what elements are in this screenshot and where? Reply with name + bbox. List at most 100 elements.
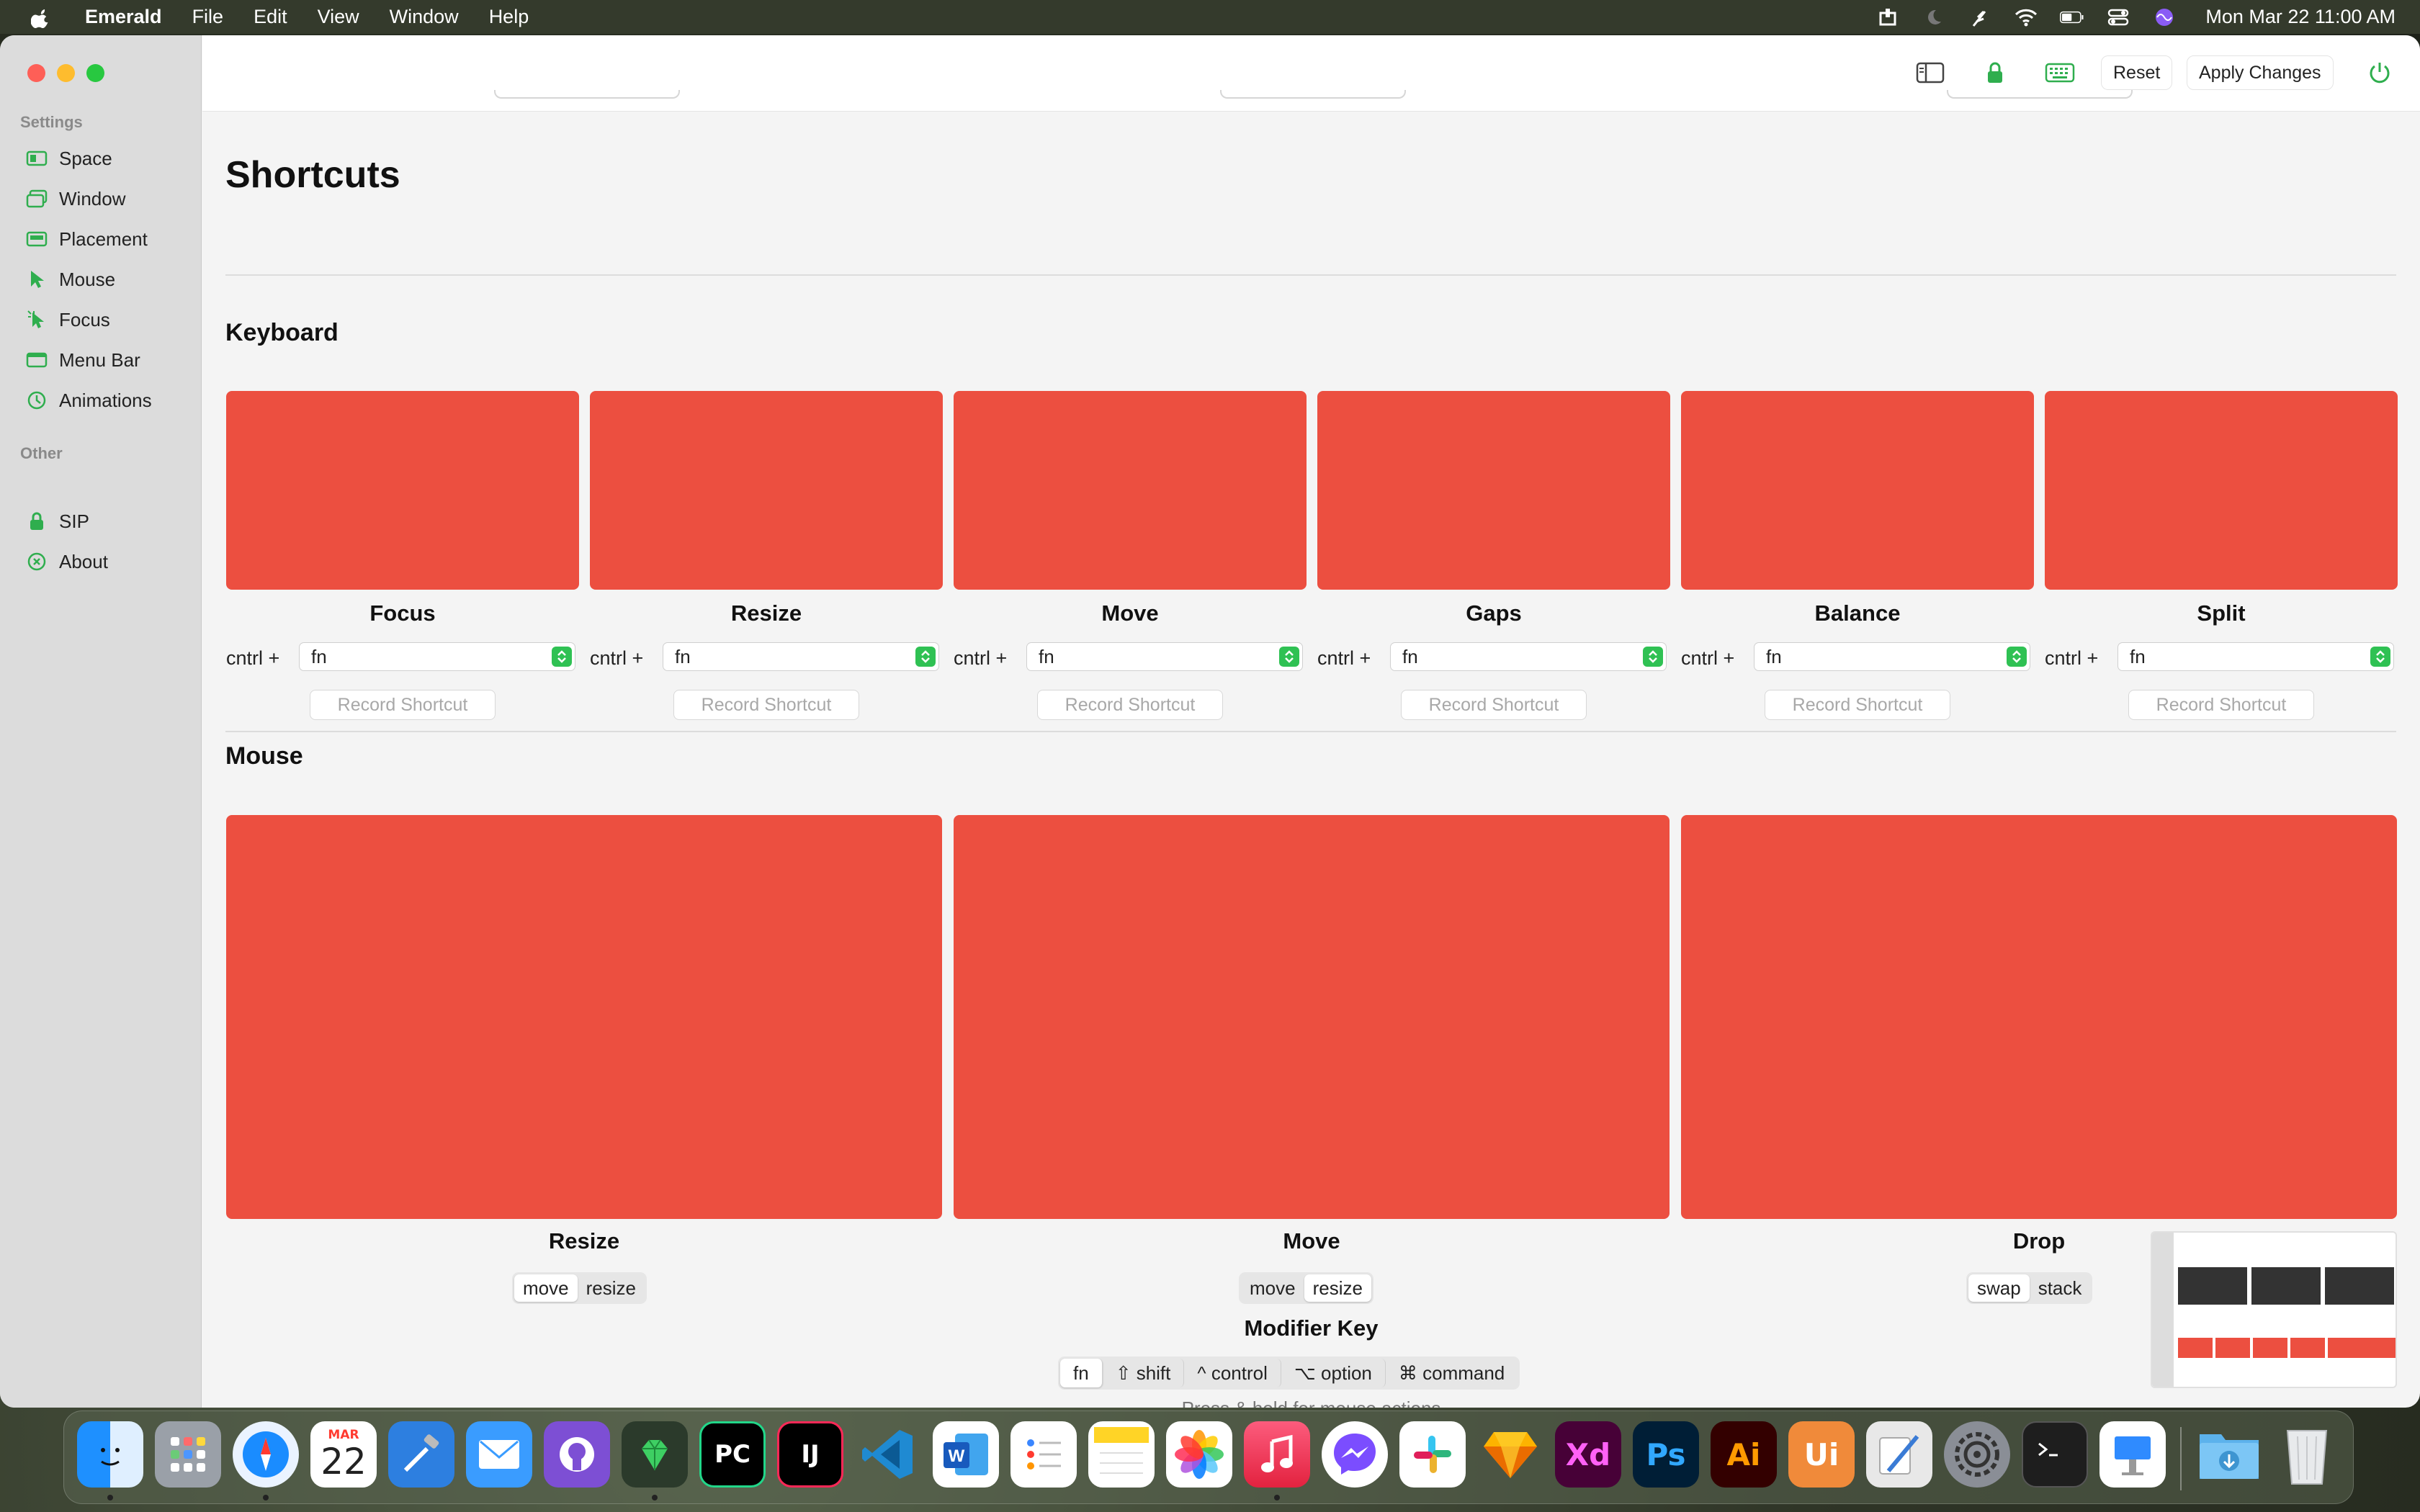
- balance-key-select[interactable]: fn: [1754, 642, 2030, 671]
- zoom-window-button[interactable]: [86, 64, 104, 82]
- battery-icon[interactable]: [2060, 6, 2084, 28]
- split-key-select[interactable]: fn: [2118, 642, 2394, 671]
- apple-icon[interactable]: [29, 5, 53, 30]
- menu-help[interactable]: Help: [489, 6, 529, 28]
- download-icon[interactable]: [1876, 6, 1900, 28]
- modifier-option[interactable]: ⌥ option: [1281, 1359, 1386, 1387]
- split-record-shortcut-button[interactable]: Record Shortcut: [2128, 690, 2314, 720]
- move-key-select[interactable]: fn: [1026, 642, 1303, 671]
- modifier-fn[interactable]: fn: [1060, 1359, 1103, 1387]
- sidebar-item-label: About: [59, 550, 108, 572]
- resize-record-shortcut-button[interactable]: Record Shortcut: [673, 690, 859, 720]
- messenger-icon[interactable]: [1322, 1421, 1388, 1488]
- segment-move[interactable]: move: [1241, 1274, 1304, 1302]
- xcode-icon[interactable]: [388, 1421, 454, 1488]
- modifier-shift[interactable]: ⇧ shift: [1103, 1359, 1185, 1387]
- github-desktop-icon[interactable]: [544, 1421, 610, 1488]
- move-record-shortcut-button[interactable]: Record Shortcut: [1037, 690, 1223, 720]
- menu-app-name[interactable]: Emerald: [85, 6, 162, 28]
- chevron-updown-icon: [2007, 647, 2027, 667]
- calendar-icon[interactable]: MAR 22: [310, 1421, 377, 1488]
- sidebar-item-menu-bar[interactable]: Menu Bar: [24, 342, 140, 378]
- segment-swap[interactable]: swap: [1968, 1274, 2030, 1302]
- close-window-button[interactable]: [27, 64, 45, 82]
- sidebar-item-label: Window: [59, 187, 126, 210]
- minimize-window-button[interactable]: [57, 64, 75, 82]
- wifi-icon[interactable]: [2014, 6, 2038, 28]
- sidebar-item-focus[interactable]: Focus: [24, 302, 110, 338]
- sketch-icon[interactable]: [1477, 1421, 1543, 1488]
- space-icon: [24, 146, 49, 171]
- script-editor-icon[interactable]: [1866, 1421, 1932, 1488]
- menu-view[interactable]: View: [318, 6, 359, 28]
- segment-stack[interactable]: stack: [2030, 1274, 2091, 1302]
- reset-button[interactable]: Reset: [2101, 55, 2173, 90]
- segment-resize[interactable]: resize: [578, 1274, 645, 1302]
- moon-icon[interactable]: [1922, 6, 1946, 28]
- siri-icon[interactable]: [2152, 6, 2177, 28]
- feather-icon[interactable]: [1968, 6, 1992, 28]
- emerald-app-icon[interactable]: [622, 1421, 688, 1488]
- mouse-section-title: Mouse: [225, 742, 303, 770]
- emerald-window: Settings Space Window Placement Mouse Fo…: [0, 35, 2420, 1408]
- status-area: Mon Mar 22 11:00 AM: [1876, 0, 2396, 34]
- vscode-icon[interactable]: [855, 1421, 921, 1488]
- system-preferences-icon[interactable]: [1944, 1421, 2010, 1488]
- resize-key-select[interactable]: fn: [663, 642, 939, 671]
- notes-icon[interactable]: [1088, 1421, 1155, 1488]
- screenshot-thumbnail[interactable]: [2151, 1231, 2397, 1388]
- running-indicator: [107, 1495, 113, 1500]
- photoshop-icon[interactable]: Ps: [1633, 1421, 1699, 1488]
- modifier-control[interactable]: ^ control: [1184, 1359, 1281, 1387]
- downloads-folder-icon[interactable]: [2196, 1421, 2262, 1488]
- mail-icon[interactable]: [466, 1421, 532, 1488]
- sidebar-item-sip[interactable]: SIP: [24, 503, 89, 539]
- sidebar-item-about[interactable]: About: [24, 544, 108, 580]
- keynote-icon[interactable]: [2099, 1421, 2166, 1488]
- sidebar-item-window[interactable]: Window: [24, 181, 125, 217]
- intellij-icon[interactable]: IJ: [777, 1421, 843, 1488]
- keyboard-icon[interactable]: [2043, 57, 2076, 89]
- finder-icon[interactable]: [77, 1421, 143, 1488]
- sidebar-item-animations[interactable]: Animations: [24, 382, 152, 418]
- modifier-command[interactable]: ⌘ command: [1386, 1359, 1518, 1387]
- gaps-key-select[interactable]: fn: [1390, 642, 1667, 671]
- sidebar-item-placement[interactable]: Placement: [24, 221, 148, 257]
- control-center-icon[interactable]: [2106, 6, 2130, 28]
- terminal-icon[interactable]: [2022, 1421, 2088, 1488]
- launchpad-icon[interactable]: [155, 1421, 221, 1488]
- ui-designer-icon[interactable]: Ui: [1788, 1421, 1855, 1488]
- focus-record-shortcut-button[interactable]: Record Shortcut: [310, 690, 496, 720]
- resize-shortcut-preview: [590, 391, 943, 590]
- photos-icon[interactable]: [1166, 1421, 1232, 1488]
- pycharm-icon[interactable]: PC: [699, 1421, 766, 1488]
- lock-icon[interactable]: [1978, 57, 2012, 89]
- apply-changes-button[interactable]: Apply Changes: [2187, 55, 2334, 90]
- balance-record-shortcut-button[interactable]: Record Shortcut: [1765, 690, 1950, 720]
- focus-key-select[interactable]: fn: [299, 642, 575, 671]
- segment-move[interactable]: move: [514, 1274, 578, 1302]
- sidebar-section-settings: Settings: [20, 113, 83, 131]
- sidebar-item-mouse[interactable]: Mouse: [24, 261, 115, 297]
- music-icon[interactable]: [1244, 1421, 1310, 1488]
- sidebar-item-label: Menu Bar: [59, 348, 140, 371]
- sidebar: Settings Space Window Placement Mouse Fo…: [0, 35, 202, 1408]
- sidebar-item-space[interactable]: Space: [24, 140, 112, 176]
- safari-icon[interactable]: [233, 1421, 299, 1488]
- slack-icon[interactable]: [1399, 1421, 1466, 1488]
- lock-icon: [24, 509, 49, 534]
- menu-bar-clock[interactable]: Mon Mar 22 11:00 AM: [2205, 6, 2396, 28]
- gaps-record-shortcut-button[interactable]: Record Shortcut: [1401, 690, 1587, 720]
- reminders-icon[interactable]: [1010, 1421, 1077, 1488]
- menu-edit[interactable]: Edit: [254, 6, 287, 28]
- trash-icon[interactable]: [2274, 1421, 2340, 1488]
- segment-resize[interactable]: resize: [1304, 1274, 1371, 1302]
- sidebar-toggle-icon[interactable]: [1914, 57, 1947, 89]
- menu-file[interactable]: File: [192, 6, 224, 28]
- menu-window[interactable]: Window: [390, 6, 459, 28]
- illustrator-icon[interactable]: Ai: [1711, 1421, 1777, 1488]
- word-icon[interactable]: W: [933, 1421, 999, 1488]
- adobe-xd-icon[interactable]: Xd: [1555, 1421, 1621, 1488]
- power-icon[interactable]: [2363, 57, 2396, 89]
- window-icon: [24, 186, 49, 211]
